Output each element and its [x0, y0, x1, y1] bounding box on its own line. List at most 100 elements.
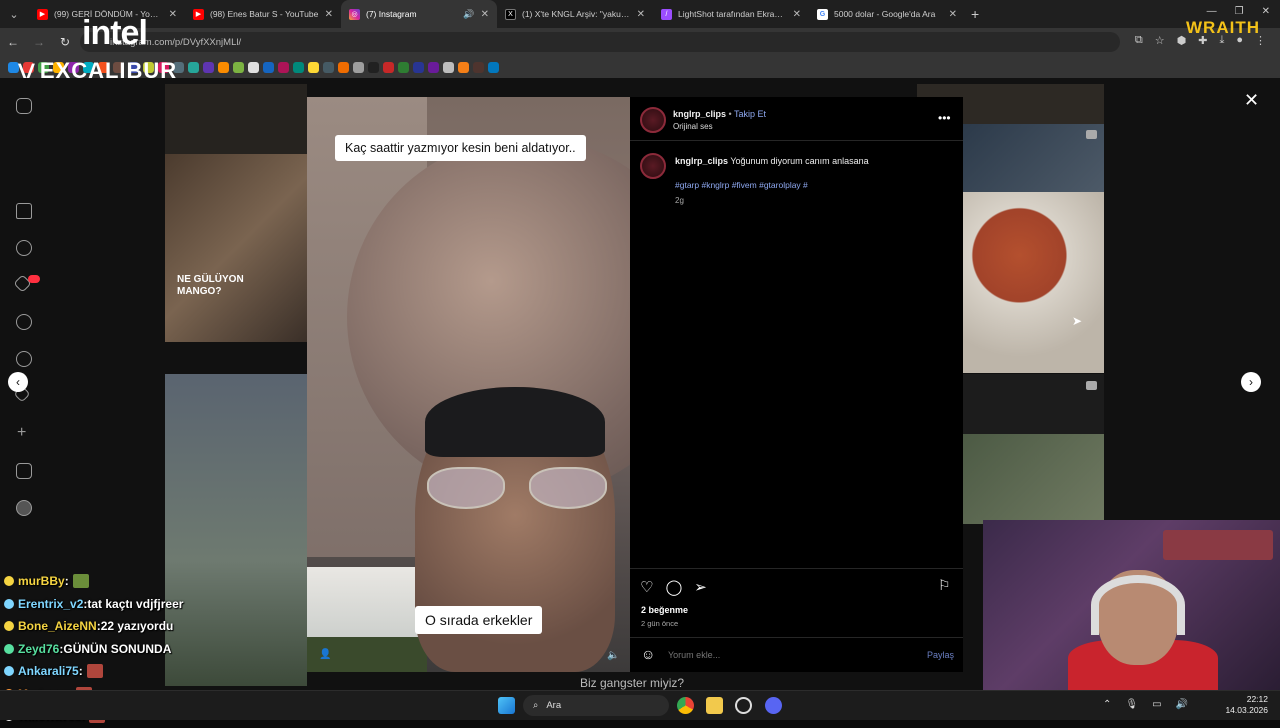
dashboard-icon[interactable]	[16, 463, 32, 479]
bookmark-favicon-icon[interactable]	[368, 61, 379, 73]
grid-tile[interactable]	[963, 192, 1104, 373]
chrome-icon[interactable]	[677, 697, 694, 714]
post-actions: ♡ ◯ ➢	[640, 578, 707, 596]
post-comment-button[interactable]: Paylaş	[927, 650, 954, 660]
create-icon[interactable]: +	[17, 424, 26, 442]
bookmark-star-icon[interactable]: ☆	[1155, 34, 1165, 47]
profile-avatar-icon[interactable]	[16, 500, 32, 516]
previous-post-arrow[interactable]: ‹	[8, 372, 28, 392]
close-tab-icon[interactable]: ✕	[949, 9, 957, 20]
reels-icon[interactable]	[16, 240, 32, 256]
restore-icon[interactable]: ❐	[1235, 6, 1244, 17]
tab-instagram[interactable]: ◎ (7) Instagram 🔊 ✕	[341, 0, 497, 28]
steam-icon[interactable]	[735, 697, 752, 714]
bookmark-favicon-icon[interactable]	[458, 61, 469, 73]
instagram-icon: ◎	[349, 8, 360, 20]
author-username[interactable]: knglrp_clips	[673, 109, 726, 119]
network-icon[interactable]: ▭	[1152, 699, 1161, 710]
home-icon[interactable]	[16, 203, 32, 219]
bookmark-favicon-icon[interactable]	[233, 61, 244, 73]
new-tab-button[interactable]: +	[971, 6, 979, 22]
comment-input[interactable]	[668, 648, 908, 662]
reel-video[interactable]	[307, 97, 630, 672]
grid-tile[interactable]: NE GÜLÜYON MANGO?	[165, 154, 307, 342]
x-icon: X	[505, 8, 516, 20]
header-divider	[630, 140, 963, 141]
extension-icon[interactable]: ⬢	[1177, 34, 1187, 47]
bookmark-favicon-icon[interactable]	[398, 61, 409, 73]
forward-icon[interactable]: →	[26, 35, 52, 49]
taskbar: ⌕ Ara ⌃ 🎙 ▭ 🔊 22:12 14.03.2026	[0, 690, 1280, 720]
tab-search-button[interactable]: ⌄	[3, 3, 25, 25]
system-clock[interactable]: 22:12 14.03.2026	[1225, 694, 1268, 716]
bookmark-favicon-icon[interactable]	[338, 61, 349, 73]
bookmark-favicon-icon[interactable]	[413, 61, 424, 73]
comment-icon[interactable]: ◯	[665, 578, 682, 596]
save-icon[interactable]: ⚐	[938, 577, 951, 594]
search-icon[interactable]	[16, 314, 32, 330]
emoji-icon[interactable]: ☺	[641, 646, 655, 662]
tab-label: LightShot tarafından Ekran Gör	[678, 9, 787, 19]
bookmark-favicon-icon[interactable]	[248, 61, 259, 73]
share-icon[interactable]: ➢	[694, 578, 707, 596]
bookmark-favicon-icon[interactable]	[263, 61, 274, 73]
bookmark-favicon-icon[interactable]	[443, 61, 454, 73]
reload-icon[interactable]: ↻	[52, 35, 78, 49]
caption-avatar[interactable]	[640, 153, 666, 179]
minimize-icon[interactable]: —	[1207, 6, 1217, 17]
instagram-icon[interactable]	[16, 98, 32, 114]
bookmark-favicon-icon[interactable]	[293, 61, 304, 73]
close-tab-icon[interactable]: ✕	[481, 9, 489, 20]
tab-google[interactable]: G 5000 dolar - Google'da Ara ✕	[809, 0, 965, 28]
cast-icon[interactable]: ⧉	[1135, 34, 1143, 47]
explore-icon[interactable]	[16, 351, 32, 367]
speaker-icon[interactable]: 🔊	[1176, 699, 1188, 710]
like-icon[interactable]: ♡	[640, 578, 653, 596]
discord-icon[interactable]	[765, 697, 782, 714]
tab-youtube-2[interactable]: ▶ (98) Enes Batur S - YouTube ✕	[185, 0, 341, 28]
speaker-icon[interactable]: 🔊	[463, 9, 474, 20]
close-tab-icon[interactable]: ✕	[793, 9, 801, 20]
follow-button[interactable]: Takip Et	[734, 109, 766, 119]
author-avatar[interactable]	[640, 107, 666, 133]
grid-tile[interactable]	[963, 434, 1104, 524]
audio-label[interactable]: Orijinal ses	[673, 122, 713, 131]
close-window-icon[interactable]: ✕	[1262, 6, 1270, 17]
bookmark-favicon-icon[interactable]	[278, 61, 289, 73]
chat-badge-icon	[4, 643, 14, 654]
grid-tile[interactable]	[963, 374, 1104, 434]
bookmark-favicon-icon[interactable]	[218, 61, 229, 73]
caption-username[interactable]: knglrp_clips	[675, 156, 728, 166]
bookmark-favicon-icon[interactable]	[428, 61, 439, 73]
back-icon[interactable]: ←	[0, 35, 26, 49]
grid-tile[interactable]	[165, 84, 307, 154]
like-count[interactable]: 2 beğenme	[641, 605, 688, 615]
close-tab-icon[interactable]: ✕	[637, 9, 645, 20]
tab-x[interactable]: X (1) X'te KNGL Arşiv: "yakuptv e ✕	[497, 0, 653, 28]
bookmark-favicon-icon[interactable]	[308, 61, 319, 73]
bookmark-favicon-icon[interactable]	[323, 61, 334, 73]
next-post-arrow[interactable]: ›	[1241, 372, 1261, 392]
close-modal-icon[interactable]: ✕	[1244, 90, 1259, 111]
bookmark-favicon-icon[interactable]	[203, 61, 214, 73]
address-bar[interactable]: instagram.com/p/DVyfXXnjMLl/	[80, 32, 1120, 52]
tab-label: (7) Instagram	[366, 9, 417, 19]
tab-lightshot[interactable]: / LightShot tarafından Ekran Gör ✕	[653, 0, 809, 28]
volume-icon[interactable]: 🔈	[607, 650, 619, 661]
close-tab-icon[interactable]: ✕	[169, 9, 177, 20]
bookmark-favicon-icon[interactable]	[353, 61, 364, 73]
bookmark-favicon-icon[interactable]	[473, 61, 484, 73]
hashtags[interactable]: #gtarp #knglrp #fivem #gtarolplay #	[675, 180, 808, 190]
notification-badge	[28, 275, 40, 283]
bookmark-favicon-icon[interactable]	[188, 61, 199, 73]
grid-tile[interactable]	[963, 124, 1104, 192]
microphone-icon[interactable]: 🎙	[1125, 699, 1138, 710]
close-tab-icon[interactable]: ✕	[325, 9, 333, 20]
chevron-up-icon[interactable]: ⌃	[1103, 699, 1111, 710]
bookmark-favicon-icon[interactable]	[383, 61, 394, 73]
taskbar-search[interactable]: ⌕ Ara	[523, 695, 669, 716]
more-options-icon[interactable]: •••	[938, 111, 951, 125]
bookmark-favicon-icon[interactable]	[488, 61, 499, 73]
file-explorer-icon[interactable]	[706, 697, 723, 714]
windows-start-icon[interactable]	[498, 697, 515, 714]
